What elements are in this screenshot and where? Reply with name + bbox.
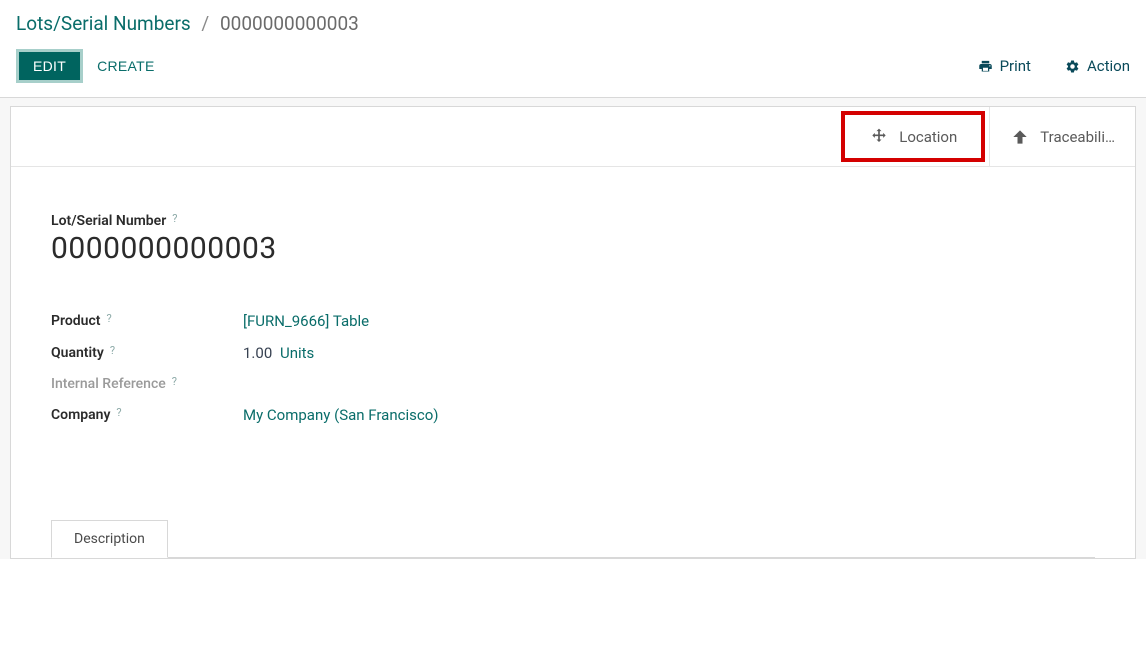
tab-description[interactable]: Description xyxy=(51,520,168,558)
breadcrumb: Lots/Serial Numbers / 0000000000003 xyxy=(16,12,1130,35)
product-label: Product ? xyxy=(51,313,243,329)
lot-serial-value: 0000000000003 xyxy=(51,231,1095,266)
print-icon xyxy=(978,59,993,74)
sheet-body: Lot/Serial Number ? 0000000000003 Produc… xyxy=(11,167,1135,558)
quantity-value: 1.00 Units xyxy=(243,344,314,362)
product-row: Product ? [FURN_9666] Table xyxy=(51,312,1095,330)
form-sheet-wrap: Location Traceabili… Lot/Serial Number ?… xyxy=(0,98,1146,559)
action-label: Action xyxy=(1087,57,1130,75)
company-row: Company ? My Company (San Francisco) xyxy=(51,406,1095,424)
quantity-label: Quantity ? xyxy=(51,345,243,361)
internal-reference-row: Internal Reference ? xyxy=(51,376,1095,392)
company-value[interactable]: My Company (San Francisco) xyxy=(243,406,438,424)
button-box: Location Traceabili… xyxy=(11,107,1135,167)
breadcrumb-parent-link[interactable]: Lots/Serial Numbers xyxy=(16,12,191,35)
gear-icon xyxy=(1065,59,1080,74)
internal-reference-label: Internal Reference ? xyxy=(51,376,243,392)
tabs: Description xyxy=(51,520,1095,558)
quantity-uom[interactable]: Units xyxy=(280,344,314,362)
title-group: Lot/Serial Number ? 0000000000003 xyxy=(51,213,1095,266)
quantity-label-text: Quantity xyxy=(51,345,104,361)
form-sheet: Location Traceabili… Lot/Serial Number ?… xyxy=(10,106,1136,559)
action-button[interactable]: Action xyxy=(1065,57,1130,75)
quantity-number: 1.00 xyxy=(243,344,272,362)
print-button[interactable]: Print xyxy=(978,57,1031,75)
location-label: Location xyxy=(899,128,957,146)
product-value[interactable]: [FURN_9666] Table xyxy=(243,312,369,330)
traceability-button[interactable]: Traceabili… xyxy=(989,107,1135,166)
control-panel: Lots/Serial Numbers / 0000000000003 EDIT… xyxy=(0,0,1146,98)
toolbar-row: EDIT CREATE Print Action xyxy=(16,49,1130,83)
company-label-text: Company xyxy=(51,407,110,423)
lot-serial-label: Lot/Serial Number ? xyxy=(51,213,1095,229)
company-label: Company ? xyxy=(51,407,243,423)
help-icon[interactable]: ? xyxy=(172,212,177,225)
highlight-annotation: Location xyxy=(841,111,985,162)
traceability-label: Traceabili… xyxy=(1040,128,1115,146)
help-icon[interactable]: ? xyxy=(110,344,115,357)
edit-button[interactable]: EDIT xyxy=(16,49,83,83)
print-label: Print xyxy=(1000,57,1031,75)
field-group: Product ? [FURN_9666] Table Quantity ? 1… xyxy=(51,312,1095,424)
breadcrumb-current: 0000000000003 xyxy=(220,12,359,35)
toolbar-left: EDIT CREATE xyxy=(16,49,155,83)
create-button[interactable]: CREATE xyxy=(97,58,155,74)
location-button[interactable]: Location xyxy=(849,117,977,156)
product-label-text: Product xyxy=(51,313,100,329)
quantity-row: Quantity ? 1.00 Units xyxy=(51,344,1095,362)
help-icon[interactable]: ? xyxy=(116,406,121,419)
move-icon xyxy=(869,127,889,147)
breadcrumb-separator: / xyxy=(201,12,209,35)
help-icon[interactable]: ? xyxy=(172,375,177,388)
toolbar-right: Print Action xyxy=(978,57,1130,75)
arrow-up-icon xyxy=(1010,127,1030,147)
internal-reference-label-text: Internal Reference xyxy=(51,376,166,392)
lot-serial-label-text: Lot/Serial Number xyxy=(51,213,166,229)
help-icon[interactable]: ? xyxy=(106,312,111,325)
